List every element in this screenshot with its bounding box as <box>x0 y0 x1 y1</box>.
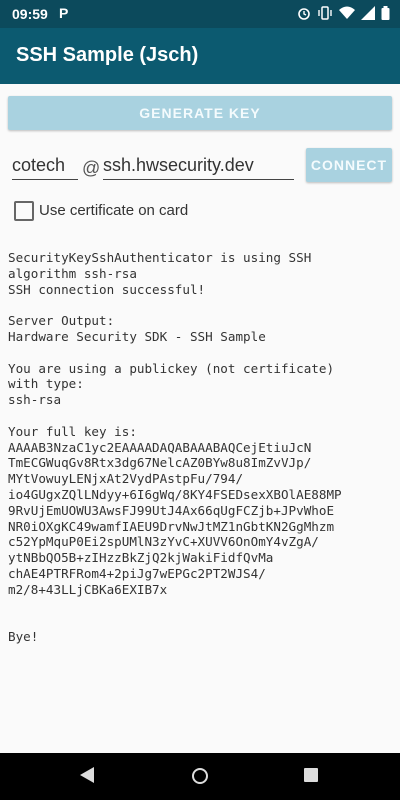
host-input[interactable]: ssh.hwsecurity.dev <box>103 155 294 180</box>
recents-icon[interactable] <box>304 768 318 782</box>
use-certificate-label[interactable]: Use certificate on card <box>39 202 188 219</box>
battery-icon <box>381 6 390 23</box>
status-bar: 09:59 P <box>0 0 400 28</box>
status-time: 09:59 <box>12 6 48 22</box>
connect-button[interactable]: CONNECT <box>306 148 392 182</box>
app-notification-icon: P <box>59 5 69 21</box>
alarm-icon <box>297 6 311 23</box>
status-icons <box>297 6 390 23</box>
username-input[interactable]: cotech <box>12 155 78 180</box>
app-bar: SSH Sample (Jsch) <box>0 28 400 84</box>
back-icon[interactable] <box>80 767 94 783</box>
generate-key-button[interactable]: GENERATE KEY <box>8 96 392 130</box>
home-icon[interactable] <box>192 768 208 784</box>
use-certificate-checkbox[interactable] <box>14 201 34 221</box>
at-sign-label: @ <box>82 158 101 178</box>
console-output: SecurityKeySshAuthenticator is using SSH… <box>8 250 342 645</box>
signal-icon <box>361 6 375 23</box>
wifi-icon <box>339 6 355 23</box>
app-title: SSH Sample (Jsch) <box>16 44 199 66</box>
vibrate-icon <box>317 6 333 23</box>
